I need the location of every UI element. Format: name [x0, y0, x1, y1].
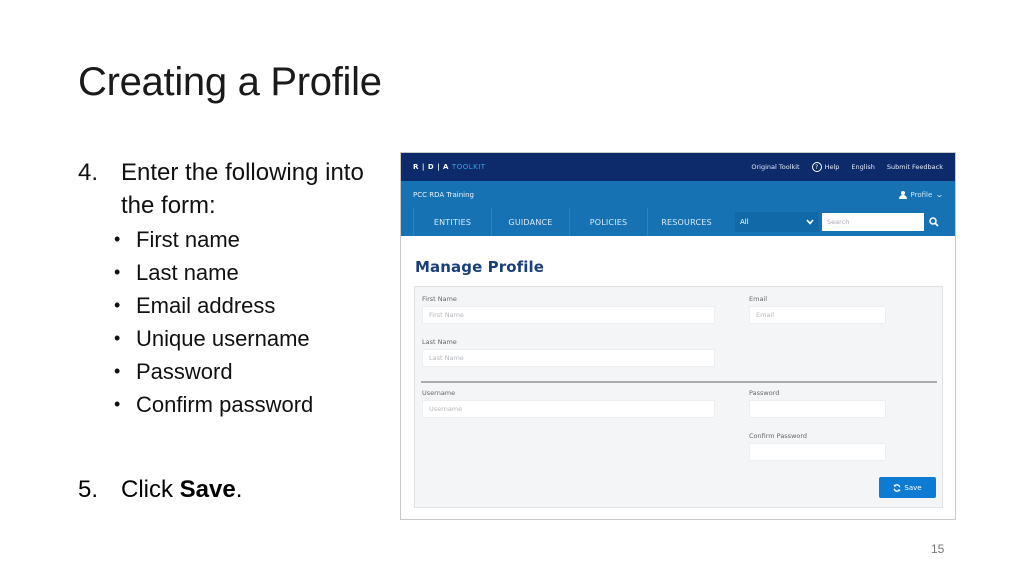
help-icon: ?: [811, 162, 822, 172]
profile-menu[interactable]: Profile ⌄: [898, 190, 945, 199]
original-toolkit-link[interactable]: Original Toolkit: [751, 163, 799, 171]
profile-form: First Name Last Name Email Username Pass…: [414, 286, 943, 508]
top-links: Original Toolkit ? Help English Submit F…: [751, 162, 943, 172]
first-name-label: First Name: [422, 295, 457, 303]
tab-resources[interactable]: RESOURCES: [647, 208, 725, 236]
main-content: Manage Profile: [401, 258, 955, 276]
tab-guidance[interactable]: GUIDANCE: [491, 208, 569, 236]
first-name-field[interactable]: [422, 306, 715, 324]
app-screenshot: R | D | A TOOLKIT Original Toolkit ? Hel…: [400, 152, 956, 520]
password-field[interactable]: [749, 400, 886, 418]
section-divider: [421, 381, 937, 383]
site-name[interactable]: PCC RDA Training: [413, 191, 474, 199]
step-number: 5.: [78, 476, 99, 503]
bullet-icon: •: [114, 328, 121, 348]
bullet-icon: •: [114, 361, 121, 381]
slide-title: Creating a Profile: [78, 60, 382, 104]
username-field[interactable]: [422, 400, 715, 418]
last-name-label: Last Name: [422, 338, 457, 346]
list-item: • Last name: [114, 256, 378, 289]
submit-feedback-link[interactable]: Submit Feedback: [887, 163, 943, 171]
nav-tabs: ENTITIES GUIDANCE POLICIES RESOURCES: [413, 208, 725, 236]
chevron-down-icon: ⌄: [935, 190, 945, 199]
step-number: 4.: [78, 159, 99, 186]
step-4: 4. Enter the following into the form:: [78, 156, 378, 222]
list-item: • First name: [114, 223, 378, 256]
language-link[interactable]: English: [851, 163, 874, 171]
page-number: 15: [931, 542, 945, 556]
top-bar: R | D | A TOOLKIT Original Toolkit ? Hel…: [401, 153, 955, 181]
nav-bar: PCC RDA Training Profile ⌄ ENTITIES GUID…: [401, 181, 955, 236]
password-label: Password: [749, 389, 780, 397]
step-text: Enter the following into the form:: [121, 159, 364, 219]
email-label: Email: [749, 295, 768, 303]
help-link[interactable]: ? Help: [811, 162, 839, 172]
search-button[interactable]: [925, 212, 943, 232]
instructions: 4. Enter the following into the form: • F…: [78, 156, 378, 421]
search-icon: [929, 217, 939, 227]
step-text-prefix: Click: [121, 476, 180, 503]
step-text-suffix: .: [235, 476, 243, 503]
bullet-icon: •: [114, 394, 121, 414]
confirm-password-label: Confirm Password: [749, 432, 808, 440]
refresh-icon: [893, 483, 901, 492]
chevron-down-icon: [806, 219, 814, 225]
bullet-icon: •: [114, 229, 121, 249]
list-item: • Email address: [114, 289, 378, 322]
last-name-field[interactable]: [422, 349, 715, 367]
brand-logo[interactable]: R | D | A TOOLKIT: [413, 163, 486, 171]
search-scope-select[interactable]: All: [735, 212, 819, 232]
save-button[interactable]: Save: [879, 477, 936, 498]
page-heading: Manage Profile: [415, 258, 545, 276]
list-item: • Confirm password: [114, 388, 378, 421]
list-item: • Password: [114, 355, 378, 388]
field-list: • First name • Last name • Email address • U…: [114, 223, 378, 421]
user-icon: [898, 190, 907, 199]
username-label: Username: [422, 389, 456, 397]
step-text-bold: Save: [179, 476, 236, 503]
search-input[interactable]: [822, 213, 924, 231]
tab-policies[interactable]: POLICIES: [569, 208, 647, 236]
bullet-icon: •: [114, 295, 121, 315]
tab-entities[interactable]: ENTITIES: [413, 208, 491, 236]
step-5: 5. Click Save.: [78, 473, 242, 506]
email-field[interactable]: [749, 306, 886, 324]
bullet-icon: •: [114, 262, 121, 282]
list-item: • Unique username: [114, 322, 378, 355]
confirm-password-field[interactable]: [749, 443, 886, 461]
